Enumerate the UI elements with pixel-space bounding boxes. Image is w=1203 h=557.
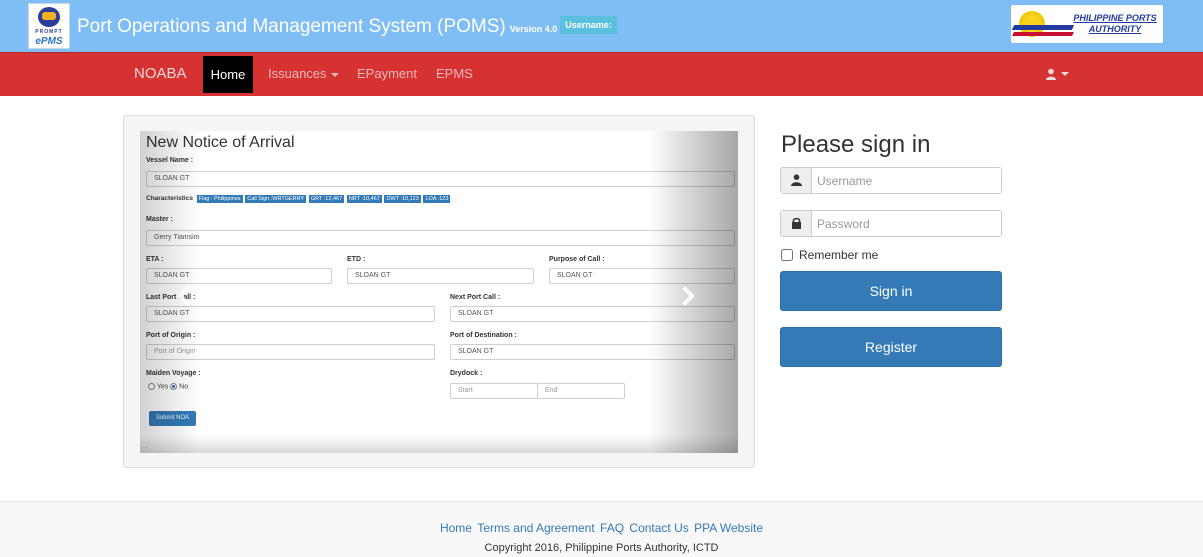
user-icon bbox=[1046, 68, 1056, 80]
maiden-voyage-radios: Yes No bbox=[148, 383, 188, 390]
master-field[interactable]: Gerry Tiamsim bbox=[146, 230, 735, 246]
username-addon bbox=[781, 168, 812, 193]
lock-icon bbox=[792, 217, 801, 229]
destination-label: Port of Destination : bbox=[450, 332, 517, 339]
characteristics-label: Characteristics bbox=[146, 195, 193, 202]
signin-button[interactable]: Sign in bbox=[780, 271, 1002, 311]
slide-title: New Notice of Arrival bbox=[146, 134, 295, 151]
wave-red-icon bbox=[1012, 32, 1074, 36]
slide-shade-bottom bbox=[140, 435, 738, 453]
nav-item-epms[interactable]: EPMS bbox=[436, 66, 473, 81]
chevron-right-icon[interactable] bbox=[675, 286, 695, 306]
last-port-field[interactable]: SLOAN GT bbox=[146, 306, 435, 322]
characteristic-badge: DWT :10,123 bbox=[384, 195, 421, 203]
app-title: Port Operations and Management System (P… bbox=[77, 15, 617, 38]
logo-text-prompt: PROMPT bbox=[35, 29, 63, 35]
user-icon bbox=[791, 174, 802, 186]
nav-brand[interactable]: NOABA bbox=[134, 65, 187, 82]
caret-down-icon bbox=[1061, 71, 1069, 76]
password-addon bbox=[781, 211, 812, 236]
drydock-start-field[interactable]: Start bbox=[450, 383, 538, 399]
characteristic-badge: LOA :123 bbox=[423, 195, 451, 203]
app-title-text: Port Operations and Management System (P… bbox=[77, 16, 506, 37]
etd-label: ETD : bbox=[347, 256, 366, 263]
prompt-emblem-icon bbox=[38, 7, 60, 27]
remember-me-checkbox[interactable] bbox=[781, 248, 793, 261]
characteristic-badge: Call Sign :WRTGERRY bbox=[245, 195, 307, 203]
characteristic-badge: NRT :10,467 bbox=[346, 195, 382, 203]
chevron-left-icon[interactable] bbox=[177, 286, 197, 306]
nav-item-issuances-label: Issuances bbox=[268, 66, 327, 81]
origin-field[interactable]: Port of Origin bbox=[146, 344, 435, 360]
username-field[interactable] bbox=[780, 167, 1002, 194]
app-version: Version 4.0 bbox=[509, 24, 558, 34]
next-port-label: Next Port Call : bbox=[450, 294, 501, 301]
password-input[interactable] bbox=[813, 211, 1001, 236]
carousel-indicator[interactable]: ... bbox=[142, 441, 149, 450]
footer-link-ppa-website[interactable]: PPA Website bbox=[694, 521, 763, 535]
radio-yes-label: Yes bbox=[156, 383, 169, 391]
signin-title: Please sign in bbox=[781, 131, 931, 158]
characteristic-badge: Flag : Philippines bbox=[196, 195, 243, 203]
ppa-logo-text: PHILIPPINE PORTS AUTHORITY bbox=[1073, 13, 1157, 34]
purpose-label: Purpose of Call : bbox=[549, 256, 605, 263]
footer-link-home[interactable]: Home bbox=[440, 521, 472, 535]
master-label: Master : bbox=[146, 216, 173, 223]
username-badge: Username: bbox=[560, 15, 617, 34]
nav-item-epayment[interactable]: EPayment bbox=[357, 66, 417, 81]
destination-field[interactable]: SLOAN GT bbox=[450, 344, 735, 360]
noa-carousel: New Notice of Arrival Vessel Name : SLOA… bbox=[123, 115, 755, 468]
epms-logo: PROMPT ePMS bbox=[28, 3, 70, 49]
characteristic-badge: GRT :12,467 bbox=[308, 195, 345, 203]
ppa-logo: PHILIPPINE PORTS AUTHORITY bbox=[1011, 5, 1163, 43]
footer-link-terms[interactable]: Terms and Agreement bbox=[477, 521, 594, 535]
etd-field[interactable]: SLOAN GT bbox=[347, 268, 534, 284]
footer-link-contact[interactable]: Contact Us bbox=[629, 521, 688, 535]
radio-no-label: No bbox=[179, 383, 189, 391]
logo-text-epms: ePMS bbox=[35, 36, 63, 47]
drydock-label: Drydock : bbox=[450, 370, 483, 377]
carousel-slide: New Notice of Arrival Vessel Name : SLOA… bbox=[140, 131, 738, 453]
top-header: PROMPT ePMS Port Operations and Manageme… bbox=[0, 0, 1203, 52]
origin-label: Port of Origin : bbox=[146, 332, 196, 339]
caret-down-icon bbox=[330, 72, 339, 77]
radio-no[interactable] bbox=[170, 383, 178, 390]
vessel-name-label: Vessel Name : bbox=[146, 157, 194, 164]
characteristics-row: Characteristics Flag : Philippines Call … bbox=[146, 195, 451, 203]
footer-link-faq[interactable]: FAQ bbox=[600, 521, 624, 535]
maiden-voyage-label: Maiden Voyage : bbox=[146, 370, 201, 377]
footer-links: Home Terms and Agreement FAQ Contact Us … bbox=[0, 521, 1203, 535]
drydock-end-field[interactable]: End bbox=[537, 383, 625, 399]
register-button[interactable]: Register bbox=[780, 327, 1002, 367]
submit-noa-button[interactable]: Submit NOA bbox=[149, 411, 196, 426]
wave-blue-icon bbox=[1011, 25, 1075, 30]
main-navbar: NOABA Home Issuances EPayment EPMS bbox=[0, 52, 1203, 96]
remember-me[interactable]: Remember me bbox=[781, 248, 878, 262]
purpose-field[interactable]: SLOAN GT bbox=[549, 268, 735, 284]
copyright-text: Copyright 2016, Philippine Ports Authori… bbox=[484, 542, 719, 554]
eta-label: ETA : bbox=[146, 256, 164, 263]
radio-yes[interactable] bbox=[148, 383, 155, 390]
vessel-name-field[interactable]: SLOAN GT bbox=[146, 171, 735, 187]
nav-item-issuances[interactable]: Issuances bbox=[268, 66, 339, 81]
next-port-field[interactable]: SLOAN GT bbox=[450, 306, 735, 322]
username-input[interactable] bbox=[813, 168, 1001, 193]
user-menu[interactable] bbox=[1045, 65, 1069, 80]
remember-me-label: Remember me bbox=[799, 248, 879, 262]
nav-item-home[interactable]: Home bbox=[203, 56, 253, 93]
password-field[interactable] bbox=[780, 210, 1002, 237]
eta-field[interactable]: SLOAN GT bbox=[146, 268, 332, 284]
